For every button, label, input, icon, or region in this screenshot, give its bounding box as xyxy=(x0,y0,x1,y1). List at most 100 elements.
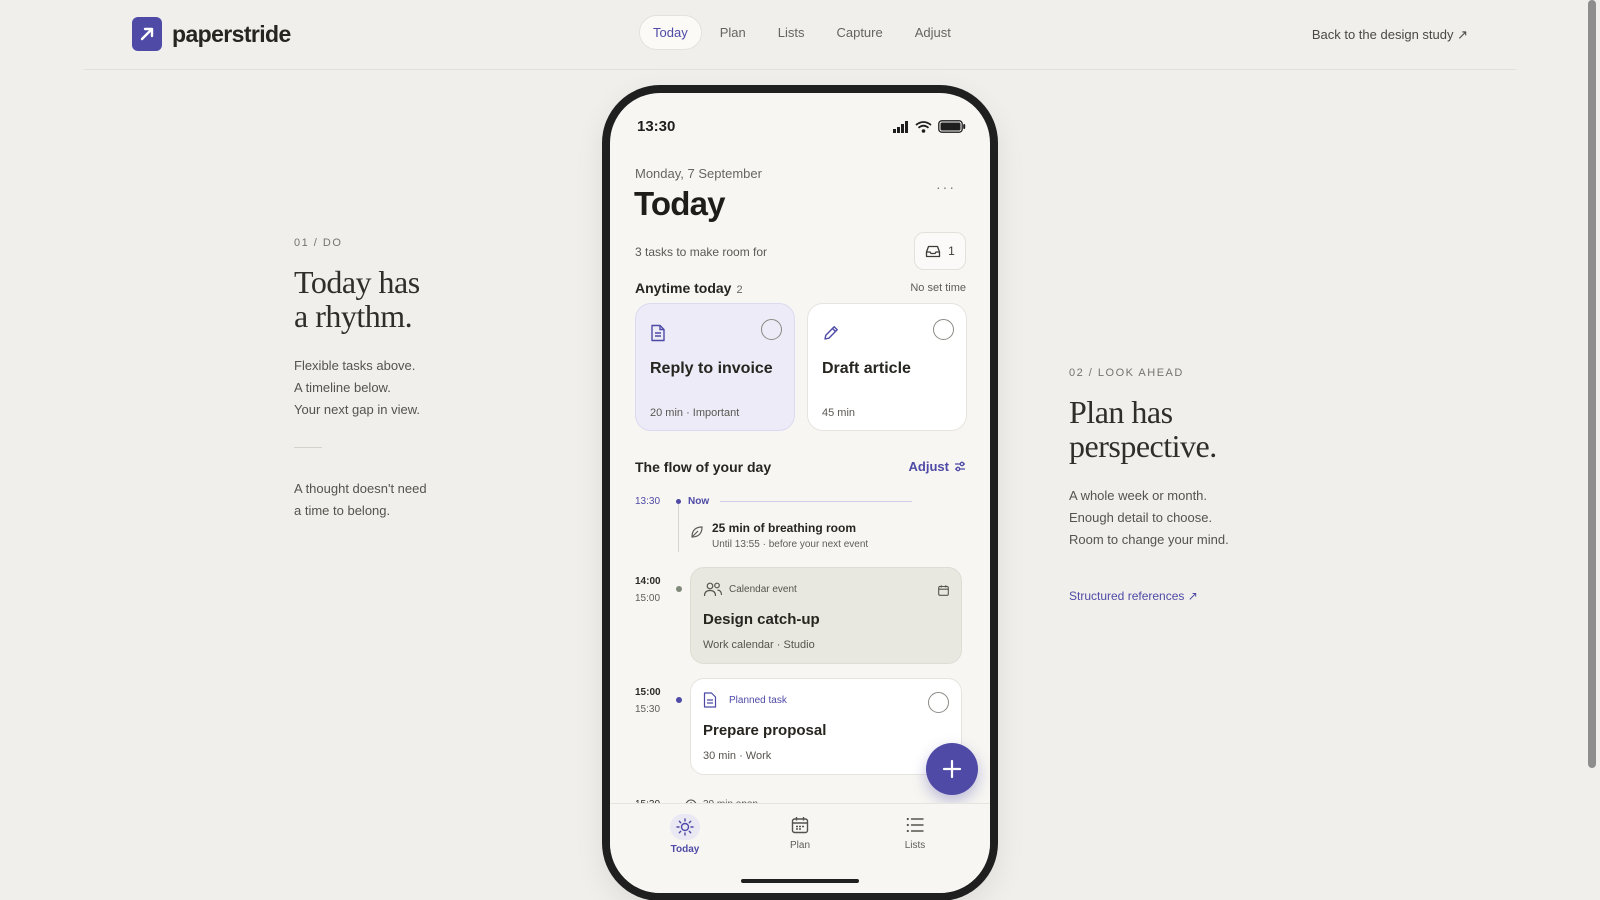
tab-adjust[interactable]: Adjust xyxy=(901,15,965,50)
right-body-line: Room to change your mind. xyxy=(1069,532,1229,547)
task-meta: 45 min xyxy=(822,407,856,419)
right-headline-line: perspective. xyxy=(1069,428,1217,464)
right-body: A whole week or month. Enough detail to … xyxy=(1069,485,1309,551)
more-options-button[interactable]: ··· xyxy=(936,179,956,195)
breathing-subtitle: Until 13:55 · before your next event xyxy=(712,539,869,550)
brand-name: paperstride xyxy=(172,20,291,47)
tabbar-today[interactable]: Today xyxy=(655,814,715,855)
calendar-event-card[interactable]: Calendar event Design catch-up Work cale… xyxy=(690,567,962,664)
date-label: Monday, 7 September xyxy=(635,166,762,181)
calendar-icon xyxy=(770,814,830,836)
left-description: 01 / DO Today has a rhythm. Flexible tas… xyxy=(294,237,494,522)
structured-references-link[interactable]: Structured references ↗ xyxy=(1069,589,1309,603)
tabbar-lists[interactable]: Lists xyxy=(885,814,945,851)
no-set-time-label: No set time xyxy=(910,282,966,294)
inbox-count: 1 xyxy=(948,244,955,258)
status-icons xyxy=(893,120,966,133)
complete-checkbox[interactable] xyxy=(761,319,782,340)
left-headline-line: Today has xyxy=(294,264,420,300)
task-card-draft-article[interactable]: Draft article 45 min xyxy=(807,303,967,431)
tab-lists[interactable]: Lists xyxy=(764,15,819,50)
now-label: Now xyxy=(688,496,710,507)
planned-dot xyxy=(676,697,682,703)
left-note-line: A thought doesn't need xyxy=(294,481,427,496)
now-line xyxy=(720,501,912,502)
pencil-icon xyxy=(822,324,840,347)
right-body-line: Enough detail to choose. xyxy=(1069,510,1213,525)
tabbar-label: Lists xyxy=(904,840,926,851)
leaf-icon xyxy=(691,526,703,538)
task-title: Reply to invoice xyxy=(650,360,773,377)
tab-capture[interactable]: Capture xyxy=(822,15,896,50)
event-meta: Work calendar · Studio xyxy=(703,639,815,651)
event-end-time: 15:00 xyxy=(635,593,661,604)
section-tabs: Today Plan Lists Capture Adjust xyxy=(639,15,965,50)
planned-start-time: 15:00 xyxy=(635,687,661,698)
inbox-button[interactable]: 1 xyxy=(914,232,966,270)
planned-end-time: 15:30 xyxy=(635,704,661,715)
battery-icon xyxy=(938,120,966,133)
arrow-up-right-icon xyxy=(132,17,162,51)
add-task-button[interactable] xyxy=(926,743,978,795)
left-body: Flexible tasks above. A timeline below. … xyxy=(294,355,494,421)
left-note: A thought doesn't need a time to belong. xyxy=(294,478,494,522)
sliders-icon xyxy=(955,461,965,472)
timeline-line xyxy=(678,504,679,552)
phone-mockup: 13:30 Monday, 7 September Today ··· 3 ta… xyxy=(602,85,998,900)
people-icon xyxy=(703,581,723,602)
list-icon xyxy=(885,814,945,836)
right-eyebrow: 02 / LOOK AHEAD xyxy=(1069,367,1184,379)
breathing-title: 25 min of breathing room xyxy=(712,521,857,535)
event-kicker: Calendar event xyxy=(729,584,797,595)
document-icon xyxy=(703,692,717,713)
right-headline: Plan has perspective. xyxy=(1069,395,1309,463)
left-body-line: Flexible tasks above. xyxy=(294,358,416,373)
signal-icon xyxy=(893,120,908,133)
left-headline-line: a rhythm. xyxy=(294,298,413,334)
plus-icon xyxy=(942,759,962,779)
page-title: Today xyxy=(634,185,726,222)
event-title: Design catch-up xyxy=(703,611,820,628)
now-time: 13:30 xyxy=(635,496,661,507)
right-body-line: A whole week or month. xyxy=(1069,488,1208,503)
right-description: 02 / LOOK AHEAD Plan has perspective. A … xyxy=(1069,367,1309,603)
bottom-tab-bar: Today Plan Lists xyxy=(610,803,990,893)
page-scrollbar[interactable] xyxy=(1588,0,1596,768)
tab-plan[interactable]: Plan xyxy=(706,15,760,50)
complete-checkbox[interactable] xyxy=(928,692,949,713)
adjust-label: Adjust xyxy=(908,459,949,474)
planned-title: Prepare proposal xyxy=(703,722,827,739)
tabbar-label: Today xyxy=(670,844,700,855)
planned-kicker: Planned task xyxy=(729,695,787,706)
adjust-button[interactable]: Adjust xyxy=(909,459,966,474)
event-dot xyxy=(676,586,682,592)
task-title: Draft article xyxy=(822,360,911,377)
left-body-line: Your next gap in view. xyxy=(294,402,420,417)
left-headline: Today has a rhythm. xyxy=(294,265,494,333)
anytime-count: 2 xyxy=(736,284,743,296)
anytime-heading: Anytime today 2 xyxy=(635,280,743,296)
left-eyebrow: 01 / DO xyxy=(294,237,343,249)
task-meta: 20 min · Important xyxy=(650,407,740,419)
wifi-icon xyxy=(915,120,932,133)
tabbar-plan[interactable]: Plan xyxy=(770,814,830,851)
tabbar-label: Plan xyxy=(789,840,810,851)
inbox-icon xyxy=(926,245,941,257)
anytime-heading-label: Anytime today xyxy=(635,280,732,296)
home-indicator xyxy=(741,879,859,883)
document-icon xyxy=(650,324,666,347)
calendar-icon xyxy=(938,583,949,601)
left-body-line: A timeline below. xyxy=(294,380,391,395)
planned-task-card[interactable]: Planned task Prepare proposal 30 min · W… xyxy=(690,678,962,775)
phone-screen: 13:30 Monday, 7 September Today ··· 3 ta… xyxy=(610,93,990,893)
back-to-design-study-link[interactable]: Back to the design study ↗ xyxy=(1312,27,1468,43)
sun-icon xyxy=(670,814,700,840)
divider xyxy=(294,447,322,448)
tab-today[interactable]: Today xyxy=(639,15,702,50)
status-time: 13:30 xyxy=(637,118,676,135)
brand-logo[interactable]: paperstride xyxy=(132,17,291,51)
complete-checkbox[interactable] xyxy=(933,319,954,340)
task-card-reply-to-invoice[interactable]: Reply to invoice 20 min · Important xyxy=(635,303,795,431)
event-start-time: 14:00 xyxy=(635,576,661,587)
planned-meta: 30 min · Work xyxy=(703,750,772,762)
